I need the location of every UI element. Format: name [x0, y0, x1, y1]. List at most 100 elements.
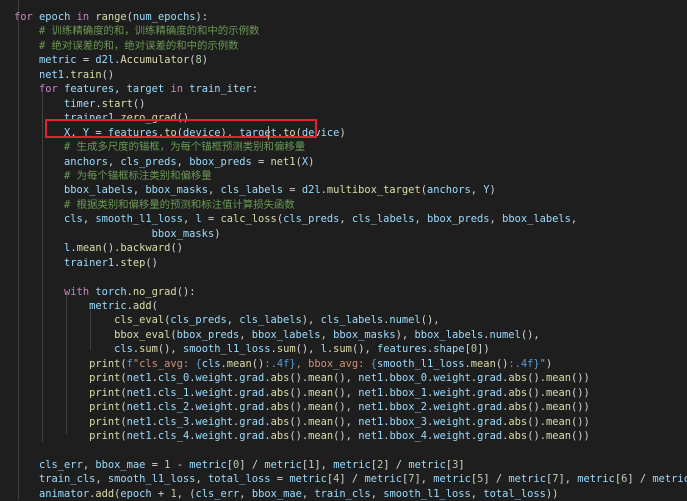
- code-token: , bbox_avg:: [295, 357, 371, 370]
- code-line[interactable]: # 绝对误差的和，绝对误差的和中的示例数: [14, 39, 239, 53]
- code-line[interactable]: print(net1.cls_1.weight.grad.abs().mean(…: [14, 386, 590, 400]
- code-line[interactable]: bbox_masks): [14, 227, 221, 241]
- code-token: in: [76, 11, 90, 23]
- code-token: # 为每个锚框标注类别和偏移量: [64, 169, 212, 182]
- code-token: cls_labels: [320, 314, 384, 327]
- code-line[interactable]: print(net1.cls_4.weight.grad.abs().mean(…: [14, 429, 590, 443]
- code-token: bbox_4: [389, 430, 428, 443]
- code-token: print: [89, 372, 121, 385]
- code-token: train_iter: [189, 83, 252, 96]
- code-token: metric: [577, 473, 615, 486]
- code-token: =: [251, 155, 271, 168]
- code-token: grad: [477, 430, 503, 443]
- code-line[interactable]: net1.train(): [14, 68, 114, 82]
- code-token: grad: [239, 415, 265, 428]
- code-token: weight: [195, 415, 234, 428]
- code-token: for: [39, 83, 58, 96]
- code-line[interactable]: cls.sum(), smooth_l1_loss.sum(), l.sum()…: [14, 342, 490, 356]
- code-line[interactable]: cls_err, bbox_mae = 1 - metric[0] / metr…: [14, 458, 465, 472]
- code-line[interactable]: for features, target in train_iter:: [14, 82, 258, 96]
- code-line[interactable]: # 训练精确度的和，训练精确度的和中的示例数: [14, 24, 259, 38]
- code-token: bbox_3: [389, 415, 428, 428]
- code-token: net1: [126, 415, 152, 428]
- code-token: ,: [132, 184, 146, 197]
- code-line[interactable]: l.mean().backward(): [14, 241, 183, 255]
- code-token: mean: [76, 242, 102, 255]
- code-token: torch: [95, 285, 127, 298]
- code-token: bbox_labels: [64, 184, 133, 197]
- code-token: cls_labels: [239, 314, 302, 327]
- code-line[interactable]: cls_eval(cls_preds, cls_labels), cls_lab…: [14, 313, 439, 327]
- code-token: net1: [126, 386, 152, 399]
- code-token: grad: [239, 401, 265, 414]
- code-token: bbox_preds: [176, 328, 240, 341]
- code-token: grad: [477, 415, 503, 428]
- code-token: weight: [433, 415, 471, 428]
- code-token: ,: [370, 487, 384, 500]
- code-token: net1: [39, 68, 65, 81]
- code-line[interactable]: animator.add(epoch + 1, (cls_err, bbox_m…: [14, 487, 558, 501]
- code-token: weight: [433, 386, 471, 399]
- code-line[interactable]: trainer1.step(): [14, 256, 158, 270]
- code-token: ().: [527, 372, 546, 385]
- code-token: abs: [270, 430, 290, 443]
- code-token: ,: [339, 213, 352, 226]
- code-token: ,: [570, 213, 578, 226]
- code-line[interactable]: # 为每个锚框标注类别和偏移量: [14, 169, 212, 183]
- code-line[interactable]: bbox_labels, bbox_masks, cls_labels = d2…: [14, 183, 496, 197]
- code-token: ): [214, 227, 221, 240]
- code-token: abs: [508, 386, 528, 399]
- code-token: (),: [295, 343, 321, 356]
- code-line[interactable]: bbox_eval(bbox_preds, bbox_labels, bbox_…: [14, 328, 540, 342]
- code-line[interactable]: metric = d2l.Accumulator(8): [14, 53, 208, 67]
- code-token: (),: [333, 430, 359, 443]
- code-line[interactable]: with torch.no_grad():: [14, 285, 195, 299]
- code-token: weight: [433, 372, 471, 385]
- code-token: cls_preds: [170, 314, 227, 327]
- code-token: train_cls: [39, 473, 96, 486]
- code-token: ),: [395, 328, 415, 341]
- code-line[interactable]: anchors, cls_preds, bbox_preds = net1(X): [14, 155, 314, 169]
- code-token: bbox_1: [389, 386, 428, 399]
- code-line[interactable]: train_cls, smooth_l1_loss, total_loss = …: [14, 472, 687, 486]
- code-line[interactable]: for epoch in range(num_epochs):: [14, 10, 208, 24]
- code-token: abs: [270, 401, 290, 414]
- code-token: in: [170, 83, 183, 96]
- code-token: ,: [470, 487, 484, 500]
- code-token: ()): [571, 430, 590, 443]
- code-token: abs: [270, 372, 290, 385]
- code-token: cls_err: [39, 458, 83, 471]
- code-line[interactable]: print(f"cls_avg: {cls.mean():.4f}, bbox_…: [14, 357, 552, 371]
- code-token: metric: [508, 473, 546, 486]
- code-token: ,: [195, 473, 208, 486]
- code-token: bbox_masks: [333, 328, 396, 341]
- code-token: ()): [571, 415, 590, 428]
- code-token: ().: [289, 386, 309, 399]
- code-line[interactable]: print(net1.cls_2.weight.grad.abs().mean(…: [14, 400, 590, 414]
- code-token: (): [495, 357, 509, 370]
- code-token: net1: [358, 401, 384, 414]
- code-token: /: [489, 473, 509, 486]
- highlight-annotation: [45, 119, 317, 138]
- code-token: ()): [571, 401, 590, 414]
- code-editor[interactable]: for epoch in range(num_epochs): # 训练精确度的…: [0, 0, 687, 500]
- code-line[interactable]: # 生成多尺度的锚框，为每个锚框预测类别和偏移量: [14, 140, 305, 154]
- code-line[interactable]: print(net1.cls_3.weight.grad.abs().mean(…: [14, 415, 590, 429]
- code-line[interactable]: # 根据类别和偏移量的预测和标注值计算损失函数: [14, 198, 295, 212]
- code-token: +: [151, 487, 171, 500]
- code-token: print: [89, 430, 121, 443]
- code-line[interactable]: cls, smooth_l1_loss, l = calc_loss(cls_p…: [14, 212, 577, 226]
- code-line[interactable]: metric.add(: [14, 299, 158, 313]
- code-token: epoch: [39, 11, 71, 23]
- code-token: ().: [527, 386, 546, 399]
- code-line[interactable]: timer.start(): [14, 97, 145, 111]
- code-token: grad: [477, 372, 503, 385]
- code-token: net1: [358, 372, 384, 385]
- code-line[interactable]: print(net1.cls_0.weight.grad.abs().mean(…: [14, 371, 590, 385]
